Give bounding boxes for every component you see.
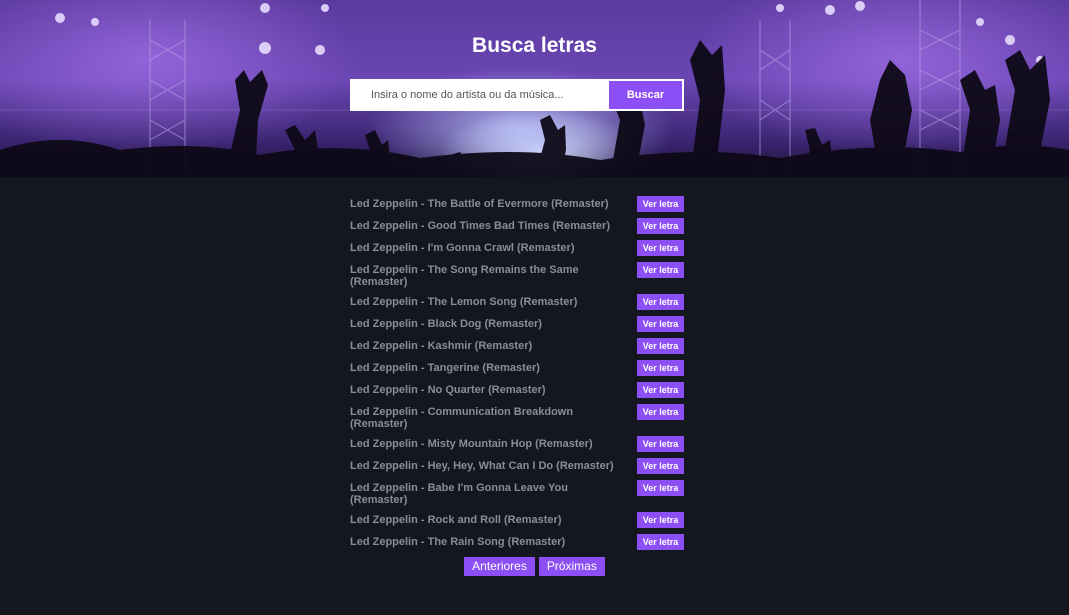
search-input[interactable] (351, 80, 609, 110)
pagination: Anteriores Próximas (0, 557, 1069, 576)
song-title: Led Zeppelin - Communication Breakdown (… (350, 406, 574, 430)
song-title: Led Zeppelin - The Battle of Evermore (R… (350, 198, 609, 210)
result-item: Led Zeppelin - No Quarter (Remaster) Ver … (350, 382, 684, 398)
song-title: Led Zeppelin - Rock and Roll (Remaster) (350, 514, 562, 526)
song-title: Led Zeppelin - No Quarter (Remaster) (350, 384, 546, 396)
previous-page-button[interactable]: Anteriores (464, 557, 535, 576)
view-lyrics-button[interactable]: Ver letra (637, 534, 684, 550)
song-title: Led Zeppelin - Misty Mountain Hop (Remas… (350, 438, 593, 450)
result-item: Led Zeppelin - Babe I'm Gonna Leave You … (350, 480, 684, 506)
view-lyrics-button[interactable]: Ver letra (637, 338, 684, 354)
view-lyrics-button[interactable]: Ver letra (637, 382, 684, 398)
result-item: Led Zeppelin - The Battle of Evermore (R… (350, 196, 684, 212)
song-title: Led Zeppelin - Good Times Bad Times (Rem… (350, 220, 610, 232)
result-item: Led Zeppelin - I'm Gonna Crawl (Remaster… (350, 240, 684, 256)
results-list: Led Zeppelin - The Battle of Evermore (R… (350, 196, 684, 556)
song-title: Led Zeppelin - Tangerine (Remaster) (350, 362, 540, 374)
result-item: Led Zeppelin - Hey, Hey, What Can I Do (… (350, 458, 684, 474)
song-title: Led Zeppelin - Black Dog (Remaster) (350, 318, 542, 330)
result-item: Led Zeppelin - Rock and Roll (Remaster) V… (350, 512, 684, 528)
search-form: Buscar (350, 79, 684, 111)
view-lyrics-button[interactable]: Ver letra (637, 360, 684, 376)
result-item: Led Zeppelin - The Song Remains the Same… (350, 262, 684, 288)
view-lyrics-button[interactable]: Ver letra (637, 436, 684, 452)
song-title: Led Zeppelin - Hey, Hey, What Can I Do (… (350, 460, 614, 472)
view-lyrics-button[interactable]: Ver letra (637, 240, 684, 256)
result-item: Led Zeppelin - Communication Breakdown (… (350, 404, 684, 430)
song-title: Led Zeppelin - The Lemon Song (Remaster) (350, 296, 578, 308)
next-page-button[interactable]: Próximas (538, 557, 605, 576)
page-title: Busca letras (472, 34, 597, 57)
view-lyrics-button[interactable]: Ver letra (637, 480, 684, 496)
view-lyrics-button[interactable]: Ver letra (637, 316, 684, 332)
result-item: Led Zeppelin - Kashmir (Remaster) Ver let… (350, 338, 684, 354)
result-item: Led Zeppelin - Tangerine (Remaster) Ver l… (350, 360, 684, 376)
view-lyrics-button[interactable]: Ver letra (637, 404, 684, 420)
song-title: Led Zeppelin - Babe I'm Gonna Leave You … (350, 482, 568, 506)
search-button[interactable]: Buscar (609, 81, 682, 109)
view-lyrics-button[interactable]: Ver letra (637, 218, 684, 234)
view-lyrics-button[interactable]: Ver letra (637, 294, 684, 310)
hero-banner: Busca letras Buscar (0, 0, 1069, 177)
result-item: Led Zeppelin - Misty Mountain Hop (Remas… (350, 436, 684, 452)
result-item: Led Zeppelin - Black Dog (Remaster) Ver l… (350, 316, 684, 332)
result-item: Led Zeppelin - The Rain Song (Remaster) V… (350, 534, 684, 550)
song-title: Led Zeppelin - I'm Gonna Crawl (Remaster… (350, 242, 575, 254)
view-lyrics-button[interactable]: Ver letra (637, 262, 684, 278)
song-title: Led Zeppelin - The Rain Song (Remaster) (350, 536, 566, 548)
view-lyrics-button[interactable]: Ver letra (637, 512, 684, 528)
view-lyrics-button[interactable]: Ver letra (637, 458, 684, 474)
song-title: Led Zeppelin - The Song Remains the Same… (350, 264, 579, 288)
view-lyrics-button[interactable]: Ver letra (637, 196, 684, 212)
result-item: Led Zeppelin - Good Times Bad Times (Rem… (350, 218, 684, 234)
song-title: Led Zeppelin - Kashmir (Remaster) (350, 340, 533, 352)
result-item: Led Zeppelin - The Lemon Song (Remaster)… (350, 294, 684, 310)
